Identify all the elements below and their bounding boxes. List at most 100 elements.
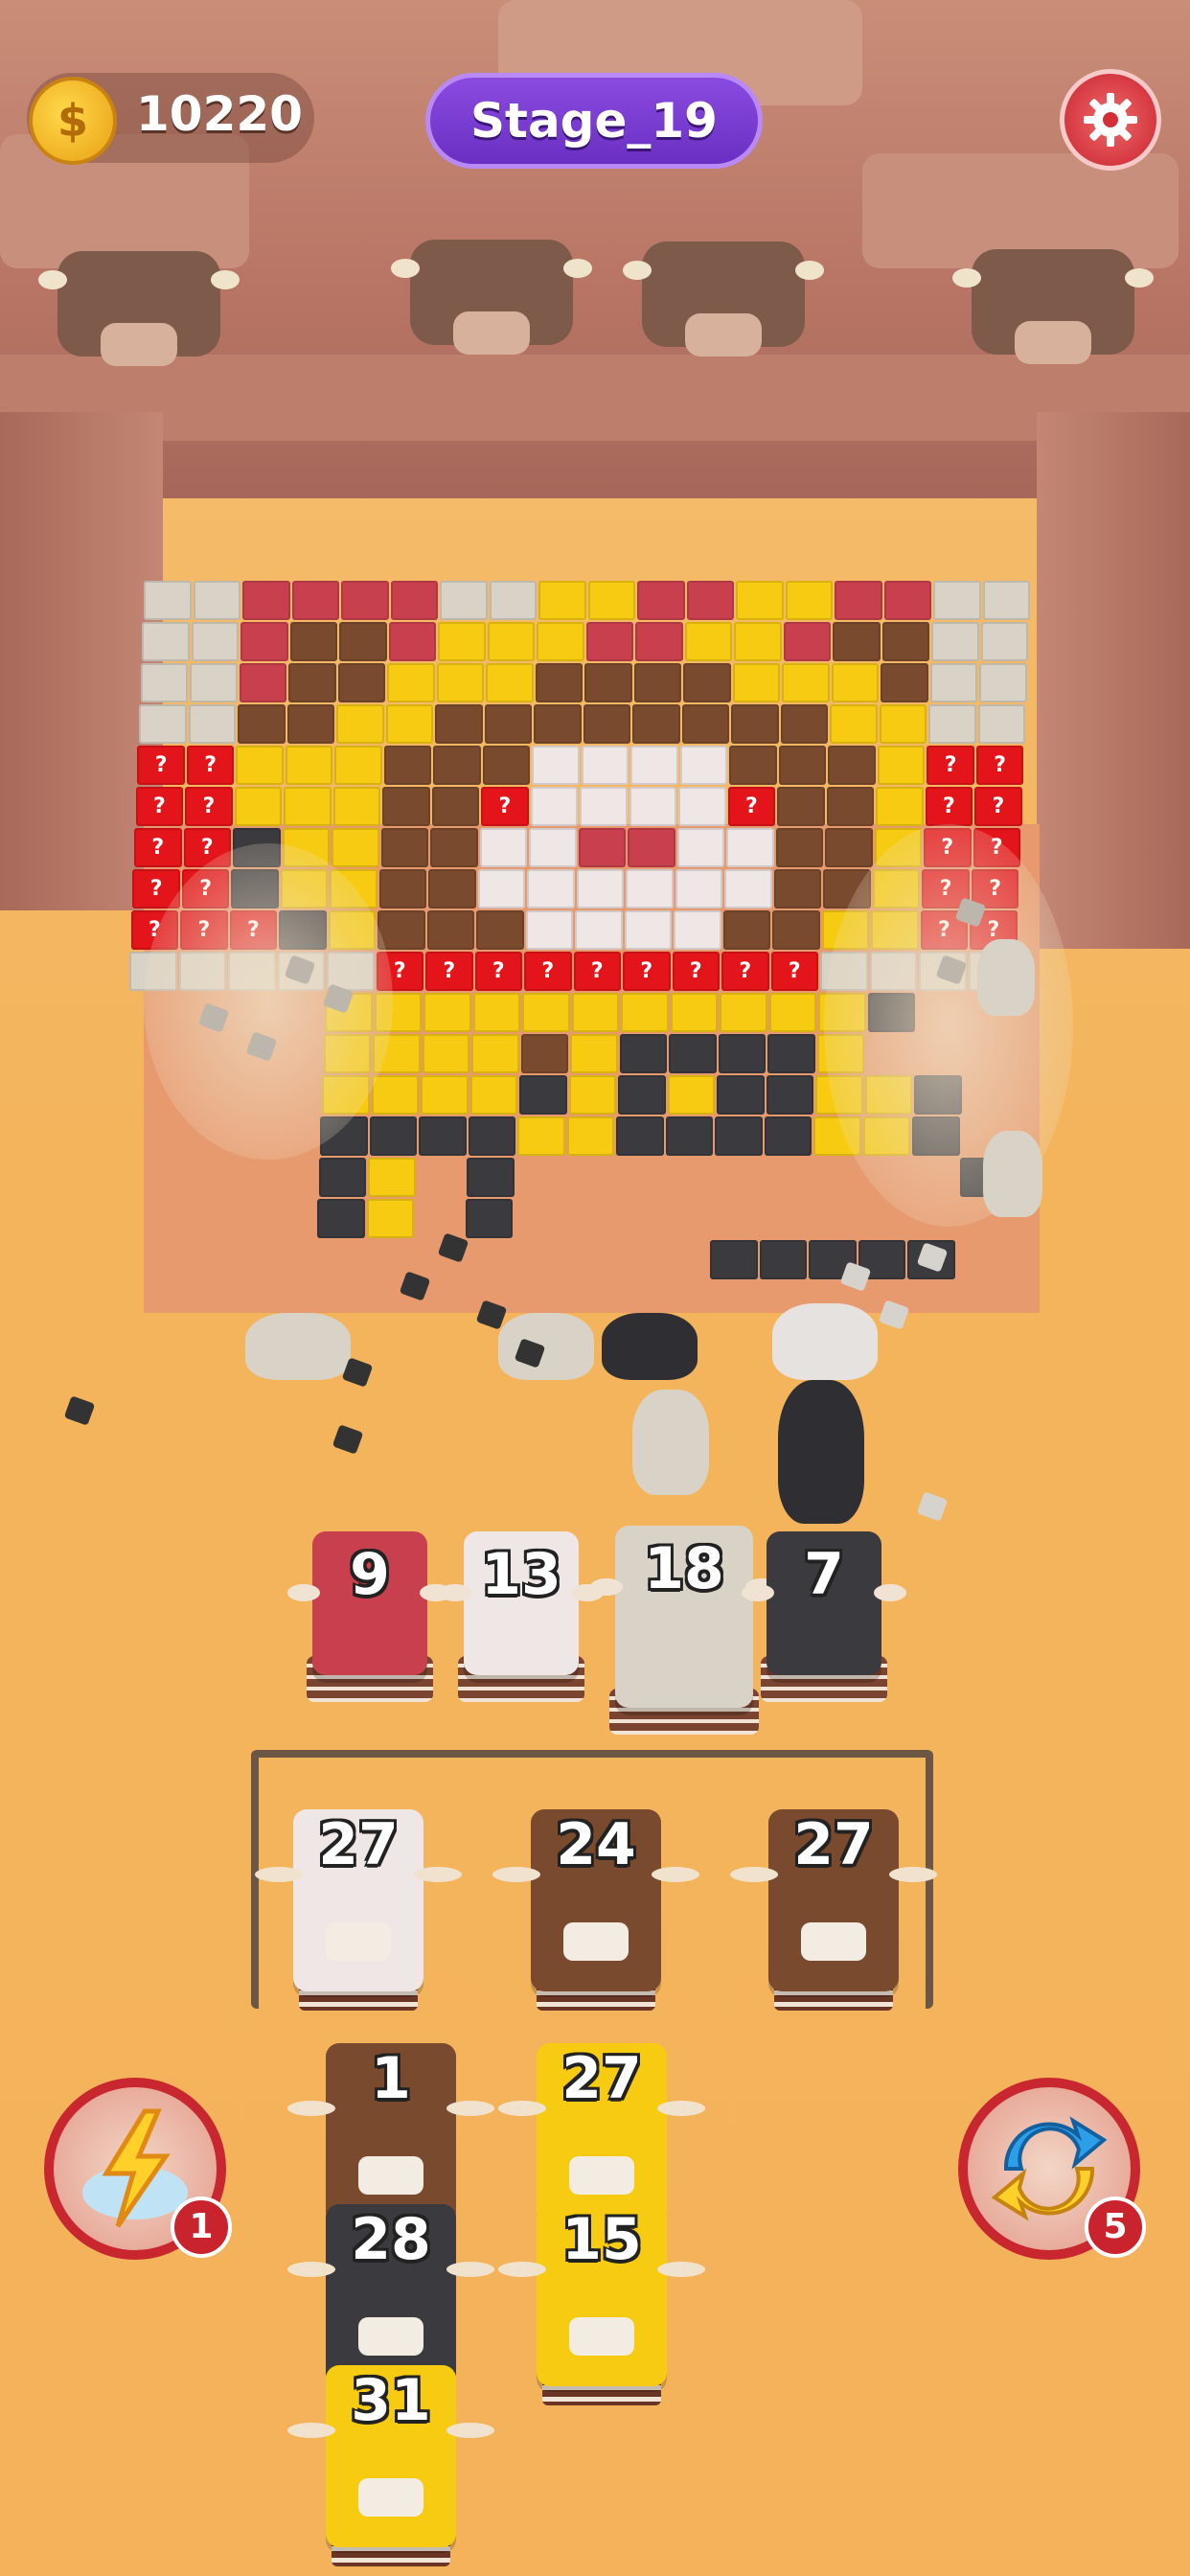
pixel-cell bbox=[529, 828, 577, 867]
lightning-booster-button[interactable]: 1 bbox=[44, 2078, 232, 2260]
pixel-cell bbox=[715, 1116, 763, 1156]
pixel-cell bbox=[628, 828, 675, 867]
pixel-cell bbox=[630, 746, 678, 785]
pixel-cell bbox=[535, 663, 584, 702]
pixel-cell bbox=[619, 1034, 668, 1073]
settings-button[interactable] bbox=[1060, 69, 1161, 171]
pixel-cell bbox=[467, 1158, 515, 1197]
bull-face bbox=[358, 2156, 423, 2195]
pixel-cell bbox=[722, 910, 771, 950]
pixel-cell bbox=[332, 787, 381, 826]
pixel-cell bbox=[142, 622, 190, 661]
pixel-cell bbox=[537, 622, 584, 661]
pixel-cell bbox=[484, 704, 532, 744]
pixel-cell bbox=[472, 993, 521, 1032]
pixel-cell bbox=[732, 663, 781, 702]
pixel-cell bbox=[522, 993, 570, 1032]
mystery-cell: ? bbox=[925, 787, 973, 826]
pixel-cell bbox=[633, 663, 682, 702]
shuffle-booster-button[interactable]: 5 bbox=[958, 2078, 1146, 2260]
pixel-cell bbox=[632, 704, 680, 744]
pixel-cell bbox=[977, 704, 1025, 744]
pixel-cell bbox=[139, 704, 187, 744]
mystery-cell: ? bbox=[524, 952, 572, 991]
canyon-ledge bbox=[0, 355, 1190, 441]
pixel-cell bbox=[785, 581, 833, 620]
bull-count: 9 bbox=[350, 1541, 390, 1608]
pixel-cell bbox=[240, 622, 288, 661]
pixel-cell bbox=[471, 1034, 519, 1073]
pixel-cell bbox=[193, 581, 240, 620]
bull-face bbox=[563, 1922, 629, 1961]
pixel-cell bbox=[772, 910, 820, 950]
mystery-cell: ? bbox=[481, 787, 529, 826]
pixel-cell bbox=[621, 993, 669, 1032]
mystery-cell: ? bbox=[474, 952, 522, 991]
pixel-cell bbox=[419, 1116, 467, 1156]
pixel-cell bbox=[583, 704, 630, 744]
pixel-cell bbox=[635, 622, 683, 661]
mystery-cell: ? bbox=[927, 746, 974, 785]
pixel-cell bbox=[190, 663, 238, 702]
pixel-cell bbox=[775, 828, 823, 867]
pixel-cell bbox=[580, 787, 628, 826]
pixel-cell bbox=[520, 1034, 569, 1073]
pixel-cell bbox=[773, 869, 822, 908]
pixel-cell bbox=[783, 622, 832, 661]
pixel-cell bbox=[933, 581, 981, 620]
gear-icon bbox=[1084, 93, 1137, 147]
bull-face bbox=[358, 2317, 423, 2356]
pixel-cell bbox=[538, 581, 586, 620]
pixel-cell bbox=[476, 910, 524, 950]
pixel-cell bbox=[288, 663, 336, 702]
pixel-cell bbox=[317, 1199, 365, 1238]
pixel-cell bbox=[879, 704, 927, 744]
bull-face bbox=[569, 2317, 634, 2356]
bull-count: 24 bbox=[556, 1811, 636, 1878]
pixel-cell bbox=[571, 993, 620, 1032]
bull-count: 18 bbox=[644, 1535, 724, 1602]
shuffle-booster-count: 5 bbox=[1085, 2196, 1146, 2258]
pixel-cell bbox=[234, 787, 283, 826]
pixel-cell bbox=[385, 704, 433, 744]
pixel-cell bbox=[587, 581, 635, 620]
bison-statue bbox=[38, 222, 240, 366]
bull-count: 27 bbox=[793, 1811, 874, 1878]
pixel-cell bbox=[929, 663, 978, 702]
pixel-cell bbox=[679, 746, 728, 785]
pixel-cell bbox=[720, 993, 767, 1032]
pixel-cell bbox=[830, 704, 878, 744]
pixel-cell bbox=[575, 910, 623, 950]
bull-count: 15 bbox=[561, 2206, 642, 2273]
pixel-cell bbox=[768, 993, 817, 1032]
pixel-cell bbox=[489, 581, 537, 620]
pixel-cell bbox=[482, 746, 531, 785]
pixel-cell bbox=[430, 828, 478, 867]
mystery-cell: ? bbox=[135, 787, 184, 826]
pixel-cell bbox=[378, 869, 427, 908]
pixel-cell bbox=[433, 746, 481, 785]
pixel-cell bbox=[675, 869, 723, 908]
pixel-cell bbox=[581, 746, 629, 785]
bull-count: 27 bbox=[318, 1811, 399, 1878]
mystery-cell: ? bbox=[721, 952, 769, 991]
pixel-cell bbox=[568, 1075, 616, 1115]
pixel-cell bbox=[382, 787, 430, 826]
pixel-cell bbox=[191, 622, 240, 661]
pixel-cell bbox=[831, 663, 880, 702]
pixel-cell bbox=[835, 581, 882, 620]
running-bull bbox=[778, 1380, 864, 1524]
pixel-cell bbox=[534, 704, 582, 744]
pixel-cell bbox=[736, 581, 784, 620]
pixel-cell bbox=[881, 622, 930, 661]
running-bull bbox=[772, 1303, 878, 1380]
pixel-cell bbox=[624, 910, 673, 950]
bull-face bbox=[326, 1922, 391, 1961]
bull-count: 1 bbox=[371, 2045, 411, 2112]
pixel-cell bbox=[683, 663, 731, 702]
coin-count: 10220 bbox=[136, 86, 303, 142]
pixel-cell bbox=[334, 746, 382, 785]
pixel-cell bbox=[665, 1116, 714, 1156]
pixel-cell bbox=[380, 828, 428, 867]
mystery-cell: ? bbox=[974, 787, 1022, 826]
